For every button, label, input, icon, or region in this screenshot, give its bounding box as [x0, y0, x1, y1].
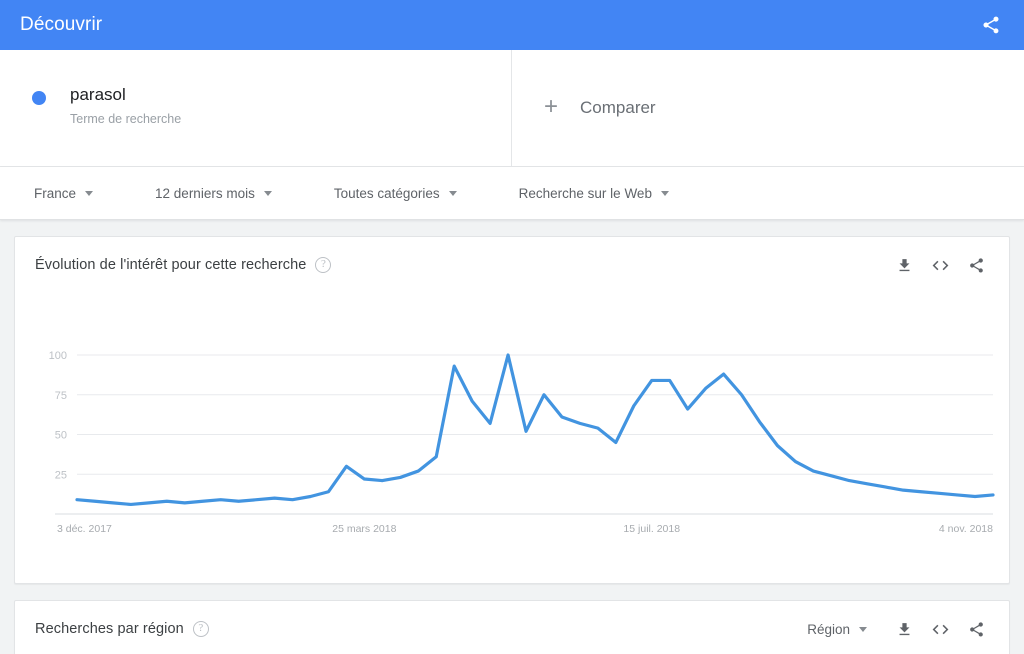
- share-icon[interactable]: [961, 614, 991, 644]
- page-title: Découvrir: [20, 14, 103, 35]
- x-axis-tick-label: 15 juil. 2018: [623, 523, 680, 535]
- y-axis-tick-label: 25: [55, 469, 67, 481]
- filter-location[interactable]: France: [34, 185, 94, 201]
- app-header: Découvrir: [0, 0, 1024, 50]
- term-subtitle: Terme de recherche: [70, 112, 182, 126]
- help-icon[interactable]: ?: [315, 257, 332, 273]
- interest-over-time-card: Évolution de l'intérêt pour cette recher…: [14, 236, 1010, 584]
- compare-label: Comparer: [580, 98, 656, 117]
- chevron-down-icon: [448, 190, 457, 196]
- embed-icon[interactable]: [925, 614, 955, 644]
- term-name: parasol: [70, 85, 126, 104]
- share-icon[interactable]: [961, 250, 991, 280]
- term-text-wrap: parasol Terme de recherche: [70, 84, 181, 127]
- chevron-down-icon: [660, 190, 669, 196]
- search-terms-row: parasol Terme de recherche + Comparer: [0, 50, 1024, 167]
- filter-search-type[interactable]: Recherche sur le Web: [519, 186, 669, 201]
- search-term-card[interactable]: parasol Terme de recherche: [0, 50, 512, 166]
- filter-bar: France 12 derniers mois Toutes catégorie…: [0, 167, 1024, 220]
- region-card-title: Recherches par région: [35, 621, 184, 637]
- add-comparison-button[interactable]: + Comparer: [512, 50, 1024, 166]
- help-icon[interactable]: ?: [192, 621, 209, 637]
- chevron-down-icon: [263, 190, 272, 196]
- x-axis-tick-label: 3 déc. 2017: [57, 523, 112, 535]
- embed-icon[interactable]: [925, 250, 955, 280]
- filter-category[interactable]: Toutes catégories: [334, 186, 457, 201]
- filter-search-type-label: Recherche sur le Web: [518, 185, 652, 201]
- download-icon[interactable]: [889, 250, 919, 280]
- interest-card-header: Évolution de l'intérêt pour cette recher…: [15, 237, 1009, 293]
- main-content: Évolution de l'intérêt pour cette recher…: [0, 220, 1024, 654]
- filter-time-range[interactable]: 12 derniers mois: [155, 186, 272, 201]
- x-axis-tick-label: 4 nov. 2018: [939, 523, 993, 535]
- filter-category-label: Toutes catégories: [333, 185, 440, 201]
- chevron-down-icon: [85, 190, 94, 196]
- download-icon[interactable]: [889, 614, 919, 644]
- term-color-dot: [32, 91, 46, 105]
- x-axis-tick-label: 25 mars 2018: [332, 523, 396, 535]
- filter-time-range-label: 12 derniers mois: [155, 185, 255, 201]
- interest-chart[interactable]: 25 50 75 100 3 déc. 2017 25 mars 2018 15 juil.…: [15, 293, 1009, 583]
- chevron-down-icon: [859, 626, 867, 632]
- y-axis-tick-label: 100: [49, 350, 67, 362]
- region-scope-label: Région: [807, 621, 850, 637]
- filter-location-label: France: [34, 185, 77, 201]
- interest-by-region-card: Recherches par région ? Région: [14, 600, 1010, 654]
- y-axis-tick-label: 50: [55, 430, 67, 442]
- region-scope-select[interactable]: Région: [807, 622, 867, 637]
- interest-card-title: Évolution de l'intérêt pour cette recher…: [35, 257, 307, 273]
- trend-line-chart: 25 50 75 100 3 déc. 2017 25 mars 2018 15 juil.…: [49, 350, 995, 535]
- plus-icon: +: [544, 93, 559, 120]
- trend-line-series: [75, 353, 995, 507]
- y-axis-tick-label: 75: [55, 390, 67, 402]
- region-card-header: Recherches par région ? Région: [15, 601, 1009, 654]
- share-icon[interactable]: [974, 8, 1008, 42]
